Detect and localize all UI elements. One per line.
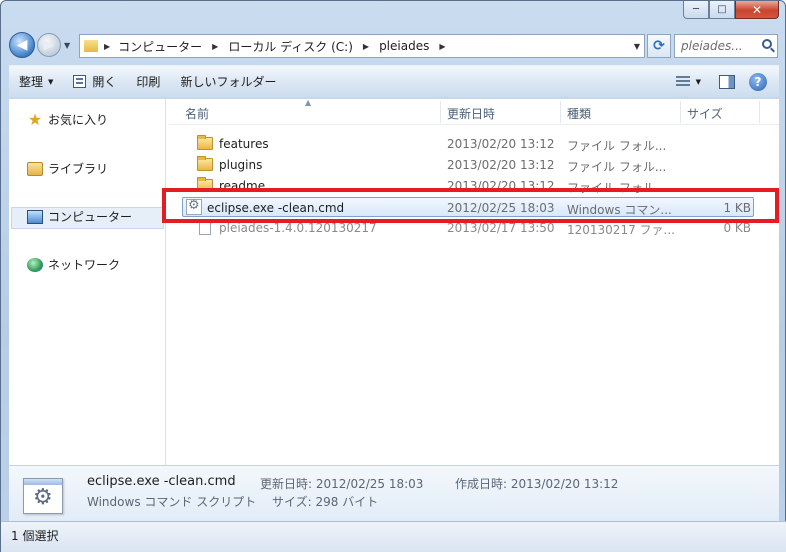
status-bar: 1 個選択: [1, 521, 786, 552]
file-type: ファイル フォル...: [567, 160, 667, 174]
computer-icon: [27, 209, 43, 224]
chevron-right-icon[interactable]: ▶: [104, 42, 110, 51]
search-icon[interactable]: [762, 39, 772, 49]
caption-buttons: ─ □ ✕: [683, 1, 779, 19]
nav-item-label: ネットワーク: [48, 258, 121, 272]
new-folder-button[interactable]: 新しいフォルダー: [170, 66, 286, 97]
back-button[interactable]: ◀: [9, 32, 35, 58]
forward-arrow-icon: ▶: [43, 37, 55, 53]
toolbar-right: ▼ ?: [675, 66, 779, 97]
file-date: 2013/02/17 13:50: [447, 221, 555, 235]
nav-item-favorites[interactable]: ★ お気に入り: [27, 111, 108, 128]
refresh-button[interactable]: ⟳: [647, 34, 671, 58]
script-icon: [23, 478, 63, 514]
maximize-button[interactable]: □: [709, 1, 735, 19]
library-icon: [27, 161, 43, 176]
preview-pane-icon[interactable]: [719, 74, 735, 89]
view-options-icon[interactable]: [675, 75, 690, 88]
navigation-pane: ★ お気に入り ライブラリ コンピューター ネットワーク: [9, 99, 166, 465]
search-input[interactable]: pleiades...: [674, 34, 778, 58]
nav-item-network[interactable]: ネットワーク: [27, 256, 120, 273]
column-divider[interactable]: [759, 101, 760, 123]
column-header-type[interactable]: 種類: [567, 105, 591, 122]
command-bar: 整理 ▼ 開く 印刷 新しいフォルダー ▼ ?: [9, 65, 779, 97]
column-header-size[interactable]: サイズ: [687, 105, 723, 122]
close-button[interactable]: ✕: [735, 1, 779, 19]
organize-label: 整理: [19, 75, 44, 89]
column-divider[interactable]: [560, 101, 561, 123]
file-date: 2013/02/20 13:12: [447, 137, 555, 151]
nav-item-computer[interactable]: コンピューター: [27, 208, 132, 225]
help-icon[interactable]: ?: [749, 72, 767, 91]
recent-pages-dropdown[interactable]: ▼: [64, 41, 70, 50]
details-created: 作成日時: 2013/02/20 13:12: [455, 477, 619, 491]
organize-button[interactable]: 整理 ▼: [9, 66, 63, 97]
file-type: ファイル フォル...: [567, 139, 667, 153]
print-button[interactable]: 印刷: [126, 66, 170, 97]
chevron-right-icon[interactable]: ▶: [439, 42, 445, 51]
red-highlight-box: [162, 188, 779, 223]
breadcrumb-label: コンピューター: [118, 39, 203, 54]
file-row-plugins[interactable]: plugins 2013/02/20 13:12 ファイル フォル...: [181, 155, 761, 175]
file-row-features[interactable]: features 2013/02/20 13:12 ファイル フォル...: [181, 134, 761, 154]
file-name: pleiades-1.4.0.120130217: [219, 221, 377, 235]
file-type: 120130217 ファ...: [567, 223, 675, 237]
folder-icon: [197, 135, 213, 150]
column-headers: ▲ 名前 更新日時 種類 サイズ: [169, 98, 779, 125]
search-placeholder: pleiades...: [681, 39, 743, 53]
file-size: 0 KB: [723, 221, 751, 235]
column-header-date[interactable]: 更新日時: [447, 105, 495, 122]
file-date: 2013/02/20 13:12: [447, 158, 555, 172]
nav-item-label: お気に入り: [48, 113, 109, 127]
breadcrumb-computer[interactable]: コンピューター ▶: [118, 38, 218, 55]
forward-button[interactable]: ▶: [37, 33, 61, 57]
status-text: 1 個選択: [11, 529, 59, 543]
open-label: 開く: [92, 75, 117, 89]
column-divider[interactable]: [680, 101, 681, 123]
breadcrumb-pleiades[interactable]: pleiades ▶: [379, 39, 445, 53]
details-pane: eclipse.exe -clean.cmd Windows コマンド スクリプ…: [9, 465, 779, 521]
open-icon: [73, 75, 87, 88]
chevron-down-icon: ▼: [48, 77, 54, 86]
chevron-right-icon[interactable]: ▶: [363, 42, 369, 51]
file-list: ▲ 名前 更新日時 種類 サイズ features 2013/02/20 13:…: [169, 98, 779, 465]
address-dropdown-icon[interactable]: ▼: [634, 42, 640, 51]
address-bar[interactable]: ▶ コンピューター ▶ ローカル ディスク (C:) ▶ pleiades ▶ ▼: [79, 34, 645, 58]
details-modified: 更新日時: 2012/02/25 18:03: [260, 477, 424, 491]
details-file-kind: Windows コマンド スクリプト: [87, 495, 257, 509]
content-area: ★ お気に入り ライブラリ コンピューター ネットワーク ▲ 名前 更新日時 種…: [9, 98, 779, 465]
details-file-name: eclipse.exe -clean.cmd: [87, 474, 236, 489]
open-button[interactable]: 開く: [63, 66, 126, 97]
breadcrumb-label: pleiades: [379, 39, 430, 53]
details-size: サイズ: 298 バイト: [272, 495, 379, 509]
minimize-button[interactable]: ─: [683, 1, 709, 19]
sort-ascending-icon: ▲: [305, 98, 312, 107]
chevron-down-icon[interactable]: ▼: [696, 78, 701, 86]
star-icon: ★: [27, 109, 43, 129]
nav-item-label: コンピューター: [48, 210, 133, 224]
folder-icon: [84, 40, 98, 52]
column-divider[interactable]: [440, 101, 441, 123]
column-header-name[interactable]: 名前: [185, 105, 209, 122]
file-name: plugins: [219, 158, 263, 172]
navigation-buttons: ◀ ▶ ▼: [9, 32, 70, 58]
folder-icon: [197, 156, 213, 171]
nav-item-label: ライブラリ: [48, 162, 109, 176]
back-arrow-icon: ◀: [16, 37, 28, 53]
chevron-right-icon[interactable]: ▶: [212, 42, 218, 51]
breadcrumb-local-disk[interactable]: ローカル ディスク (C:) ▶: [228, 38, 369, 55]
new-folder-label: 新しいフォルダー: [180, 75, 277, 89]
network-icon: [27, 257, 43, 272]
refresh-icon: ⟳: [653, 38, 665, 54]
breadcrumb-label: ローカル ディスク (C:): [228, 39, 353, 54]
nav-item-libraries[interactable]: ライブラリ: [27, 160, 108, 177]
file-name: features: [219, 137, 269, 151]
explorer-window: ─ □ ✕ ◀ ▶ ▼ ▶ コンピューター ▶ ローカル ディスク (C:) ▶ p…: [0, 0, 786, 552]
print-label: 印刷: [136, 75, 161, 89]
